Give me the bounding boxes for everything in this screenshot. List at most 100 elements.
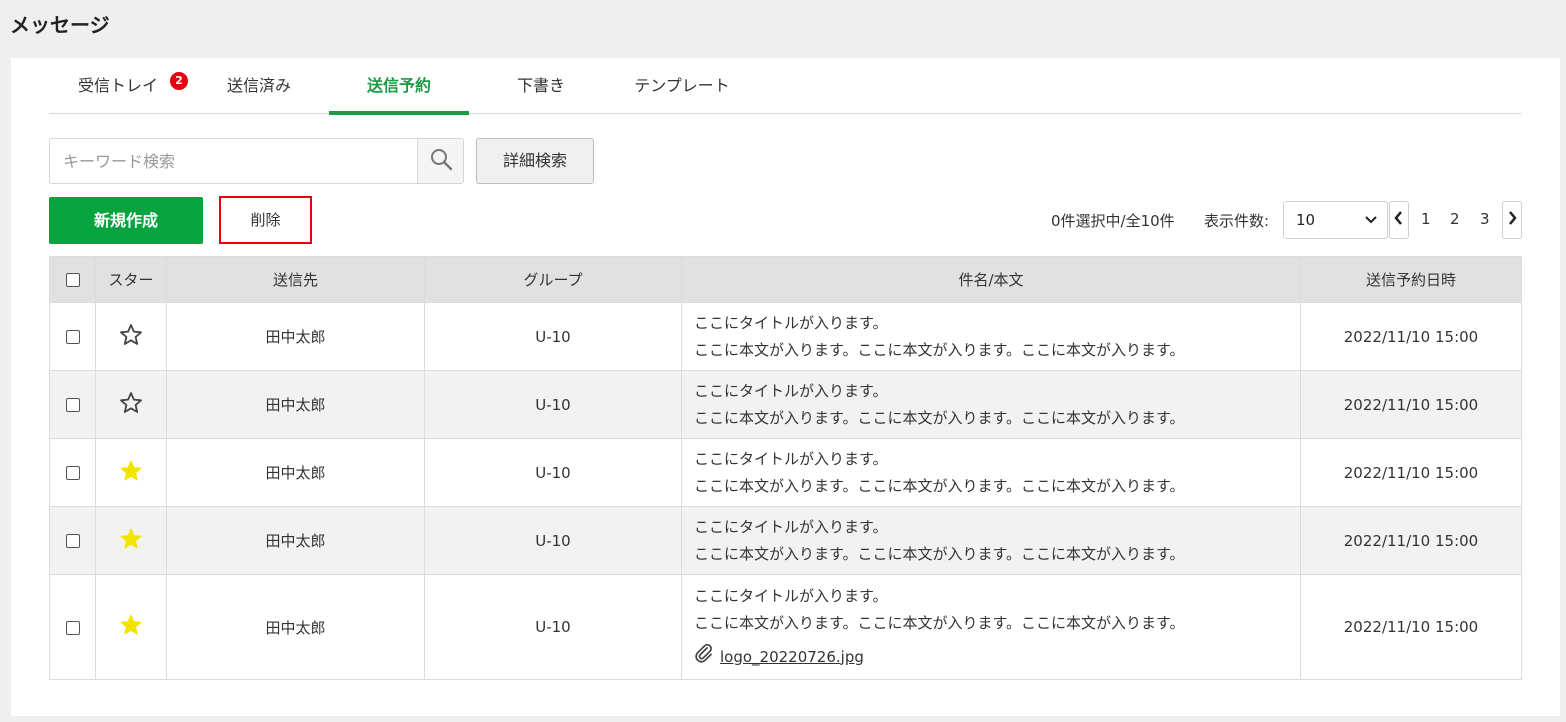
table-row[interactable]: 田中太郎 U-10 ここにタイトルが入ります。 ここに本文が入ります。ここに本文… xyxy=(49,574,1522,680)
message-subject: ここにタイトルが入ります。 xyxy=(694,517,888,536)
message-subject: ここにタイトルが入ります。 xyxy=(694,313,888,332)
group-cell: U-10 xyxy=(424,574,682,680)
star-cell xyxy=(95,438,167,507)
scheduled-cell: 2022/11/10 15:00 xyxy=(1300,302,1522,371)
row-checkbox-cell xyxy=(49,574,96,680)
scheduled-cell: 2022/11/10 15:00 xyxy=(1300,574,1522,680)
per-page-label: 表示件数: xyxy=(1204,212,1270,230)
recipient-cell: 田中太郎 xyxy=(166,370,425,439)
prev-page-button[interactable] xyxy=(1389,201,1409,239)
unread-badge: 2 xyxy=(170,72,188,90)
scheduled-cell: 2022/11/10 15:00 xyxy=(1300,506,1522,575)
column-header-recipient[interactable]: 送信先 xyxy=(166,256,425,303)
tab-sent-label: 送信済み xyxy=(226,76,291,95)
tab-drafts[interactable]: 下書き xyxy=(515,58,567,114)
tab-drafts-label: 下書き xyxy=(516,76,565,95)
message-cell[interactable]: ここにタイトルが入ります。 ここに本文が入ります。ここに本文が入ります。ここに本… xyxy=(681,506,1301,575)
page-2[interactable]: 2 xyxy=(1450,210,1460,228)
main-panel: 受信トレイ 2 送信済み 送信予約 下書き テンプレート 詳細検索 新規作成 削… xyxy=(11,58,1560,716)
search-icon xyxy=(429,147,453,175)
message-cell[interactable]: ここにタイトルが入ります。 ここに本文が入ります。ここに本文が入ります。ここに本… xyxy=(681,302,1301,371)
select-all-cell xyxy=(49,256,96,303)
advanced-search-button[interactable]: 詳細検索 xyxy=(476,138,594,184)
tab-templates-label: テンプレート xyxy=(634,76,730,95)
table-row[interactable]: 田中太郎 U-10 ここにタイトルが入ります。 ここに本文が入ります。ここに本文… xyxy=(49,506,1522,575)
select-all-checkbox[interactable] xyxy=(65,273,80,287)
column-header-star[interactable]: スター xyxy=(95,256,167,303)
message-body: ここに本文が入ります。ここに本文が入ります。ここに本文が入ります。 xyxy=(694,613,1185,632)
row-checkbox-cell xyxy=(49,506,96,575)
star-filled-icon[interactable] xyxy=(119,460,143,487)
scheduled-cell: 2022/11/10 15:00 xyxy=(1300,438,1522,507)
star-outline-icon[interactable] xyxy=(119,323,143,351)
group-cell: U-10 xyxy=(424,506,682,575)
row-checkbox-cell xyxy=(49,438,96,507)
message-body: ここに本文が入ります。ここに本文が入ります。ここに本文が入ります。 xyxy=(694,408,1185,427)
tab-scheduled-label: 送信予約 xyxy=(366,76,431,95)
star-cell xyxy=(95,302,167,371)
star-cell xyxy=(95,506,167,575)
attachment-link[interactable]: logo_20220726.jpg xyxy=(720,644,864,671)
row-checkbox[interactable] xyxy=(65,620,80,635)
tab-bar: 受信トレイ 2 送信済み 送信予約 下書き テンプレート xyxy=(49,58,1521,115)
table-row[interactable]: 田中太郎 U-10 ここにタイトルが入ります。 ここに本文が入ります。ここに本文… xyxy=(49,438,1522,507)
selection-count: 0件選択中/全10件 xyxy=(1051,212,1175,230)
group-cell: U-10 xyxy=(424,370,682,439)
tab-templates[interactable]: テンプレート xyxy=(632,58,732,114)
paperclip-icon xyxy=(694,643,714,672)
tab-inbox-label: 受信トレイ xyxy=(77,76,158,95)
chevron-left-icon xyxy=(1394,210,1404,230)
chevron-down-icon xyxy=(1365,202,1377,251)
group-cell: U-10 xyxy=(424,302,682,371)
scheduled-cell: 2022/11/10 15:00 xyxy=(1300,370,1522,439)
group-cell: U-10 xyxy=(424,438,682,507)
table-row[interactable]: 田中太郎 U-10 ここにタイトルが入ります。 ここに本文が入ります。ここに本文… xyxy=(49,370,1522,439)
message-cell[interactable]: ここにタイトルが入ります。 ここに本文が入ります。ここに本文が入ります。ここに本… xyxy=(681,438,1301,507)
new-message-button[interactable]: 新規作成 xyxy=(49,197,203,244)
table-header: スター 送信先 グループ 件名/本文 送信予約日時 xyxy=(49,256,1522,303)
star-filled-icon[interactable] xyxy=(119,528,143,555)
message-cell[interactable]: ここにタイトルが入ります。 ここに本文が入ります。ここに本文が入ります。ここに本… xyxy=(681,574,1301,680)
recipient-cell: 田中太郎 xyxy=(166,574,425,680)
page-1[interactable]: 1 xyxy=(1421,210,1431,228)
attachment: logo_20220726.jpg xyxy=(694,643,1300,672)
table-row[interactable]: 田中太郎 U-10 ここにタイトルが入ります。 ここに本文が入ります。ここに本文… xyxy=(49,302,1522,371)
column-header-scheduled[interactable]: 送信予約日時 xyxy=(1300,256,1522,303)
message-body: ここに本文が入ります。ここに本文が入ります。ここに本文が入ります。 xyxy=(694,476,1185,495)
message-table: スター 送信先 グループ 件名/本文 送信予約日時 田中太郎 U-10 ここにタ… xyxy=(49,256,1522,680)
delete-button[interactable]: 削除 xyxy=(219,196,312,244)
star-cell xyxy=(95,574,167,680)
search-input[interactable] xyxy=(50,139,417,183)
row-checkbox[interactable] xyxy=(65,398,80,412)
page-3[interactable]: 3 xyxy=(1480,210,1490,228)
page-title: メッセージ xyxy=(10,13,110,37)
search-button[interactable] xyxy=(417,139,463,183)
per-page-select[interactable]: 10 xyxy=(1283,201,1388,239)
message-subject: ここにタイトルが入ります。 xyxy=(694,381,888,400)
chevron-right-icon xyxy=(1507,210,1517,230)
column-header-group[interactable]: グループ xyxy=(424,256,682,303)
column-header-subject[interactable]: 件名/本文 xyxy=(681,256,1301,303)
recipient-cell: 田中太郎 xyxy=(166,302,425,371)
row-checkbox-cell xyxy=(49,302,96,371)
row-checkbox[interactable] xyxy=(65,330,80,344)
star-outline-icon[interactable] xyxy=(119,391,143,419)
message-cell[interactable]: ここにタイトルが入ります。 ここに本文が入ります。ここに本文が入ります。ここに本… xyxy=(681,370,1301,439)
message-body: ここに本文が入ります。ここに本文が入ります。ここに本文が入ります。 xyxy=(694,340,1185,359)
tab-inbox[interactable]: 受信トレイ xyxy=(77,58,159,114)
next-page-button[interactable] xyxy=(1502,201,1522,239)
star-filled-icon[interactable] xyxy=(119,614,143,641)
recipient-cell: 田中太郎 xyxy=(166,438,425,507)
tab-scheduled[interactable]: 送信予約 xyxy=(329,58,469,115)
star-cell xyxy=(95,370,167,439)
row-checkbox-cell xyxy=(49,370,96,439)
search-box xyxy=(49,138,464,184)
tab-sent[interactable]: 送信済み xyxy=(225,58,293,114)
message-body: ここに本文が入ります。ここに本文が入ります。ここに本文が入ります。 xyxy=(694,544,1185,563)
message-subject: ここにタイトルが入ります。 xyxy=(694,449,888,468)
row-checkbox[interactable] xyxy=(65,466,80,480)
recipient-cell: 田中太郎 xyxy=(166,506,425,575)
row-checkbox[interactable] xyxy=(65,534,80,548)
per-page-value: 10 xyxy=(1296,211,1316,229)
message-subject: ここにタイトルが入ります。 xyxy=(694,586,888,605)
